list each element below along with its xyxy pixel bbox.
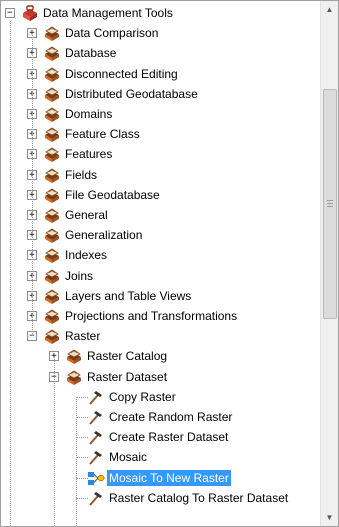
- toolbox-tree[interactable]: − Data Management Tools + Data Comparison…: [1, 1, 322, 526]
- tree-item-label: Raster: [65, 329, 101, 344]
- tree-item-label: Raster Dataset: [87, 369, 168, 384]
- tree-item-label: Create Random Raster: [109, 410, 233, 424]
- tree-item-label: Features: [65, 147, 113, 162]
- tree-item-label: Create Raster Dataset: [109, 430, 229, 445]
- tree-item-label: Raster Catalog: [87, 349, 168, 364]
- toolset-icon: [45, 107, 59, 122]
- toolset-icon: [45, 329, 59, 345]
- toolbox-tree-panel: − Data Management Tools + Data Comparison…: [0, 0, 339, 527]
- tree-item-label: Domains: [65, 107, 113, 121]
- tree-node-category[interactable]: + Joins: [1, 266, 322, 286]
- toolset-icon: [45, 289, 59, 304]
- hammer-tool-icon: [89, 411, 102, 425]
- tree-node-tool[interactable]: Create Random Raster: [1, 407, 322, 427]
- tree-node-category[interactable]: + Distributed Geodatabase: [1, 84, 322, 104]
- tree-node-category[interactable]: + Features: [1, 144, 322, 164]
- toolset-icon: [45, 168, 59, 183]
- tree-item-label: Indexes: [65, 248, 108, 263]
- toolset-icon: [67, 370, 81, 385]
- toolset-icon: [45, 248, 59, 264]
- scroll-up-arrow-icon[interactable]: ▲: [321, 1, 338, 18]
- tree-item-label: Data Comparison: [65, 26, 159, 41]
- toolset-icon: [45, 228, 59, 244]
- tree-item-label: Disconnected Editing: [65, 66, 178, 81]
- tree-node-category[interactable]: + Data Comparison: [1, 23, 322, 43]
- tree-node-raster-dataset[interactable]: − Raster Dataset: [1, 367, 322, 387]
- tree-item-label: File Geodatabase: [65, 187, 160, 202]
- tree-item-label: Database: [65, 46, 117, 61]
- scroll-down-arrow-icon[interactable]: ▼: [321, 509, 338, 526]
- tree-item-label: Projections and Transformations: [65, 309, 238, 323]
- toolset-icon: [45, 26, 59, 42]
- tree-node-category[interactable]: + File Geodatabase: [1, 185, 322, 205]
- toolset-icon: [45, 208, 59, 223]
- hammer-tool-icon: [89, 491, 102, 506]
- tree-item-label: Layers and Table Views: [65, 288, 192, 303]
- toolset-icon: [45, 188, 59, 203]
- toolset-icon: [45, 87, 59, 102]
- red-toolbox-icon: [23, 5, 37, 21]
- toolset-icon: [45, 46, 59, 62]
- toolset-icon: [67, 349, 81, 365]
- tree-item-label: Copy Raster: [109, 389, 176, 404]
- tree-item-label: Mosaic: [109, 450, 148, 465]
- tree-node-raster[interactable]: − Raster: [1, 326, 322, 346]
- tree-item-label: Distributed Geodatabase: [65, 86, 198, 101]
- hammer-tool-icon: [89, 431, 102, 445]
- tree-node-tool[interactable]: Mosaic: [1, 447, 322, 467]
- tree-node-category[interactable]: + Domains: [1, 104, 322, 124]
- tree-node-category[interactable]: + Feature Class: [1, 124, 322, 144]
- tree-item-label: Generalization: [65, 228, 143, 243]
- tree-node-category[interactable]: + Layers and Table Views: [1, 286, 322, 306]
- tree-item-label-selected: Mosaic To New Raster: [107, 469, 231, 486]
- tree-item-label: General: [65, 208, 108, 222]
- tree-item-label: Feature Class: [65, 127, 140, 142]
- hammer-tool-icon: [89, 390, 102, 405]
- tree-node-raster-catalog[interactable]: + Raster Catalog: [1, 346, 322, 366]
- toolset-icon: [45, 309, 59, 324]
- hammer-tool-icon: [89, 451, 102, 466]
- vertical-scrollbar[interactable]: ▲ ▼: [320, 1, 338, 526]
- tree-node-data-management-tools[interactable]: − Data Management Tools: [1, 3, 322, 23]
- toolset-icon: [45, 127, 59, 143]
- toolset-icon: [45, 67, 59, 82]
- tree-node-tool[interactable]: Create Raster Dataset: [1, 427, 322, 447]
- collapse-toggle[interactable]: −: [5, 8, 15, 18]
- tree-node-category[interactable]: + Projections and Transformations: [1, 306, 322, 326]
- tree-node-category[interactable]: + General: [1, 205, 322, 225]
- tree-item-label: Raster Catalog To Raster Dataset: [109, 490, 289, 505]
- tree-node-category[interactable]: + Fields: [1, 165, 322, 185]
- tree-node-tool[interactable]: Raster Catalog To Raster Dataset: [1, 488, 322, 508]
- toolset-icon: [45, 147, 59, 163]
- tree-node-category[interactable]: + Database: [1, 43, 322, 63]
- tree-node-category[interactable]: + Indexes: [1, 245, 322, 265]
- scrollbar-thumb[interactable]: [323, 89, 337, 319]
- tree-item-label: Fields: [65, 167, 98, 182]
- tree-node-category[interactable]: + Disconnected Editing: [1, 64, 322, 84]
- tree-node-category[interactable]: + Generalization: [1, 225, 322, 245]
- toolset-icon: [45, 269, 59, 284]
- tree-node-tool[interactable]: Mosaic To New Raster: [1, 468, 322, 488]
- tree-item-label: Data Management Tools: [43, 6, 173, 20]
- tree-item-label: Joins: [65, 268, 94, 283]
- model-tool-icon: [88, 471, 105, 485]
- tree-node-tool[interactable]: Copy Raster: [1, 387, 322, 407]
